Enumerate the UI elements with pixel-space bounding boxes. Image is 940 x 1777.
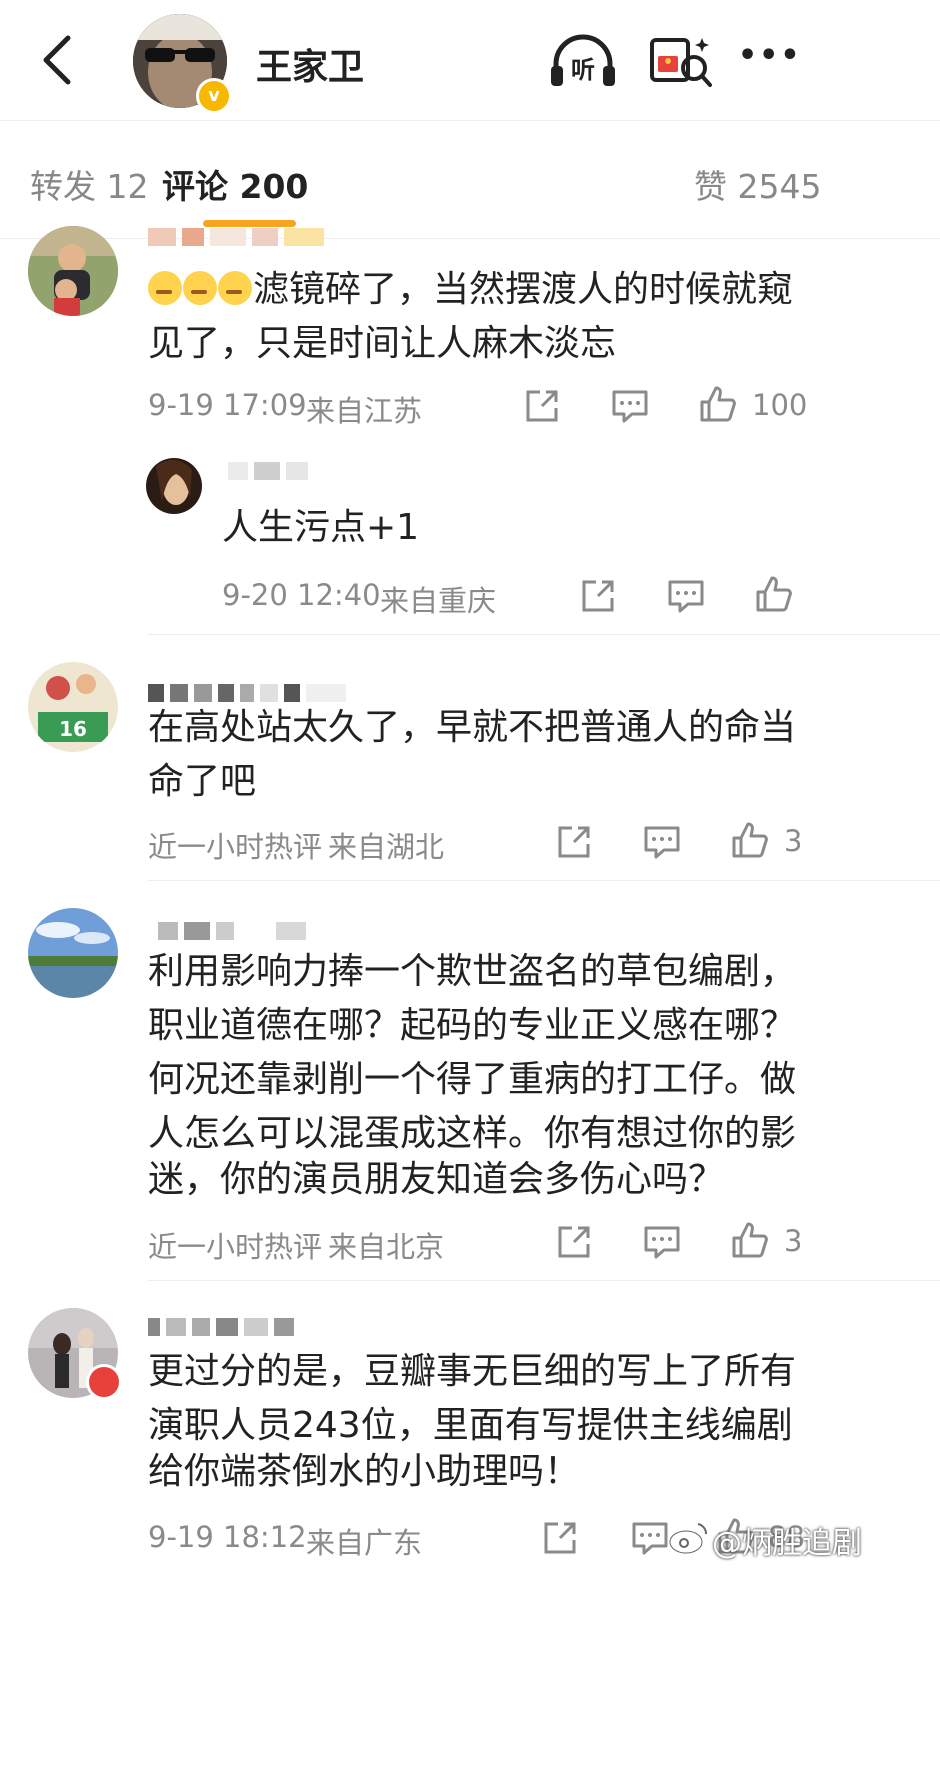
avatar[interactable]: 16 bbox=[28, 662, 118, 752]
active-tab-indicator bbox=[203, 220, 296, 227]
reply-time: 9-20 12:40 bbox=[222, 578, 381, 612]
member-badge-icon bbox=[86, 1364, 122, 1400]
comment-time: 近一小时热评 bbox=[148, 1230, 323, 1264]
like-icon[interactable] bbox=[698, 384, 738, 424]
tab-bar: 转发 12 评论 200 赞 2545 bbox=[0, 120, 940, 239]
listen-label: 听 bbox=[571, 56, 595, 84]
comment-text: 职业道德在哪？起码的专业正义感在哪？ bbox=[148, 1005, 797, 1046]
page-title[interactable]: 王家卫 bbox=[256, 38, 364, 90]
listen-headphone-icon[interactable]: 听 bbox=[548, 30, 618, 90]
comment-text: 命了吧 bbox=[148, 761, 257, 802]
share-icon[interactable] bbox=[554, 1222, 594, 1262]
like-count: 100 bbox=[752, 388, 808, 422]
avatar[interactable] bbox=[146, 458, 202, 514]
comment-location: 来自北京 bbox=[328, 1230, 445, 1264]
divider bbox=[148, 634, 940, 635]
emoji-icon bbox=[218, 271, 252, 305]
comment-time: 9-19 18:12 bbox=[148, 1520, 307, 1554]
reply-text: 人生污点+1 bbox=[222, 507, 420, 548]
comment-text: 迷，你的演员朋友知道会多伤心吗？ bbox=[148, 1159, 725, 1200]
watermark: @炳胜追剧 bbox=[712, 1526, 862, 1561]
comment-text: 滤镜碎了，当然摆渡人的时候就窥 bbox=[148, 262, 793, 318]
tab-repost[interactable]: 转发 12 bbox=[30, 160, 148, 208]
divider bbox=[148, 880, 940, 881]
comment-location: 来自湖北 bbox=[328, 830, 445, 864]
comment-text: 何况还靠剥削一个得了重病的打工仔。做 bbox=[148, 1059, 797, 1100]
share-icon[interactable] bbox=[554, 822, 594, 862]
like-count: 3 bbox=[784, 1224, 803, 1258]
comment-text: 更过分的是，豆瓣事无巨细的写上了所有 bbox=[148, 1351, 797, 1392]
back-icon[interactable] bbox=[36, 34, 80, 86]
like-count: 3 bbox=[784, 824, 803, 858]
weibo-logo-icon bbox=[668, 1523, 708, 1555]
avatar[interactable] bbox=[28, 226, 118, 316]
divider bbox=[148, 1280, 940, 1281]
username-redacted bbox=[228, 462, 314, 480]
reply-location: 来自重庆 bbox=[380, 584, 497, 618]
username-redacted bbox=[148, 1318, 300, 1336]
comment-location: 来自江苏 bbox=[306, 394, 423, 428]
svg-text:16: 16 bbox=[59, 717, 87, 741]
comment-icon[interactable] bbox=[610, 386, 650, 426]
avatar[interactable] bbox=[28, 908, 118, 998]
emoji-icon bbox=[148, 271, 182, 305]
share-icon[interactable] bbox=[522, 386, 562, 426]
comment-text: 在高处站太久了，早就不把普通人的命当 bbox=[148, 707, 797, 748]
tab-likes[interactable]: 赞 2545 bbox=[694, 160, 821, 208]
comment-text: 见了，只是时间让人麻木淡忘 bbox=[148, 323, 617, 364]
more-icon[interactable]: ••• bbox=[738, 38, 802, 73]
comment-location: 来自广东 bbox=[306, 1526, 423, 1560]
comment-time: 9-19 17:09 bbox=[148, 388, 307, 422]
like-icon[interactable] bbox=[754, 574, 794, 614]
share-icon[interactable] bbox=[578, 576, 618, 616]
comment-text: 给你端茶倒水的小助理吗！ bbox=[148, 1451, 581, 1492]
comment-text: 利用影响力捧一个欺世盗名的草包编剧， bbox=[148, 951, 797, 992]
verified-badge: v bbox=[196, 78, 232, 114]
comment-icon[interactable] bbox=[642, 822, 682, 862]
comment-time: 近一小时热评 bbox=[148, 830, 323, 864]
like-icon[interactable] bbox=[730, 1220, 770, 1260]
tab-comments[interactable]: 评论 200 bbox=[162, 160, 308, 208]
comment-icon[interactable] bbox=[642, 1222, 682, 1262]
emoji-icon bbox=[183, 271, 217, 305]
username-redacted bbox=[148, 228, 330, 246]
top-bar: v 王家卫 听 ••• bbox=[0, 0, 940, 121]
username-redacted bbox=[158, 922, 312, 940]
like-icon[interactable] bbox=[730, 820, 770, 860]
red-packet-search-icon[interactable] bbox=[648, 30, 718, 90]
share-icon[interactable] bbox=[540, 1518, 580, 1558]
comment-icon[interactable] bbox=[630, 1518, 670, 1558]
comment-icon[interactable] bbox=[666, 576, 706, 616]
